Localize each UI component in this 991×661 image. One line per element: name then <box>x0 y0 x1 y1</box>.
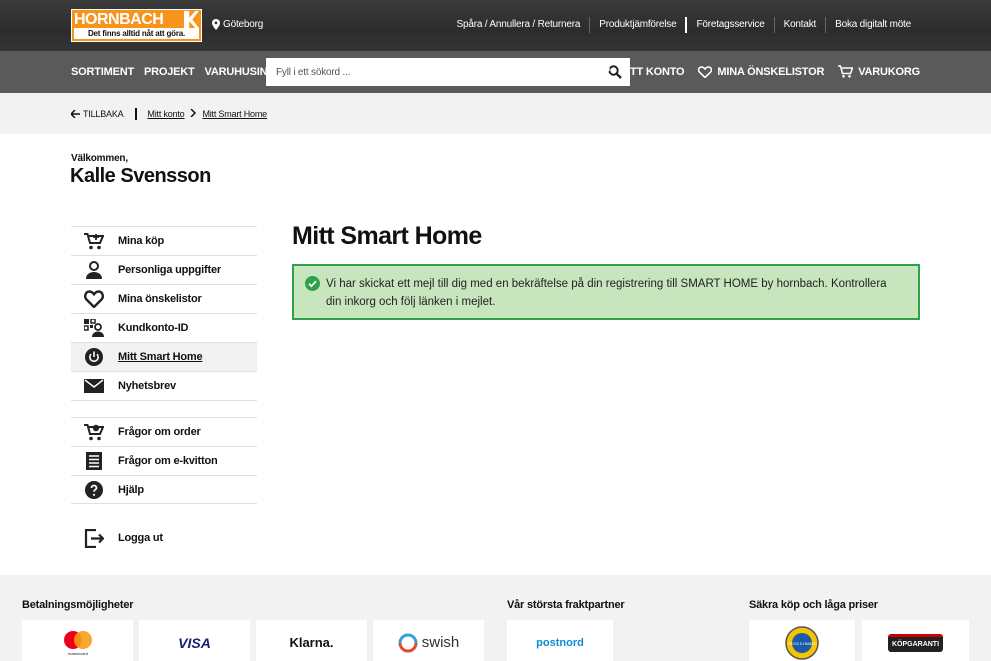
visa-logo: VISA <box>139 620 250 661</box>
cart-icon <box>838 65 854 78</box>
sidebar-item-label: Kundkonto-ID <box>118 322 189 334</box>
receipt-icon <box>86 452 102 470</box>
location-pin-icon <box>212 19 220 30</box>
heart-icon <box>698 65 713 78</box>
back-label: TILLBAKA <box>83 109 124 119</box>
link-product-compare[interactable]: Produktjämförelse <box>589 17 685 33</box>
my-account-label: MITT KONTO <box>618 65 685 78</box>
search-box <box>266 58 630 86</box>
success-alert: Vi har skickat ett mejl till dig med en … <box>292 264 920 320</box>
back-link[interactable]: TILLBAKA <box>71 108 138 120</box>
nav-right: MITT KONTO MINA ÖNSKELISTOR VARUKORG <box>599 65 920 78</box>
postnord-logo: postnord <box>507 620 613 661</box>
page-title: Mitt Smart Home <box>292 222 482 250</box>
check-circle-icon <box>305 276 320 291</box>
link-track-return[interactable]: Spåra / Annullera / Returnera <box>448 17 590 33</box>
logo-text: HORNBACH <box>74 11 164 28</box>
mastercard-logo: mastercard <box>22 620 133 661</box>
nav-links: SORTIMENT PROJEKT VARUHUSINFO <box>71 66 282 78</box>
swish-icon <box>398 633 418 652</box>
sidebar-item-label: Mitt Smart Home <box>118 351 203 363</box>
logo-x-icon <box>184 11 199 28</box>
postnord-label: postnord <box>536 636 584 649</box>
account-sidebar: Mina köp Personliga uppgifter Mina önske… <box>71 226 257 504</box>
alert-message: Vi har skickat ett mejl till dig med en … <box>326 278 887 308</box>
sidebar-item-smart-home[interactable]: Mitt Smart Home <box>71 342 257 371</box>
chevron-right-icon <box>190 108 197 119</box>
kopgaranti-badge: KÖPGARANTI <box>862 620 969 661</box>
qr-person-icon <box>84 319 104 337</box>
trygg-ehandel-label: TRYGG E-HANDEL <box>788 642 817 646</box>
store-location[interactable]: Göteborg <box>212 19 263 30</box>
sidebar-item-purchases[interactable]: Mina köp <box>71 226 257 255</box>
mastercard-label: mastercard <box>67 651 87 656</box>
klarna-label: Klarna. <box>289 635 334 650</box>
arrow-left-icon <box>71 110 80 118</box>
sidebar-item-customer-id[interactable]: Kundkonto-ID <box>71 313 257 342</box>
sidebar-item-order-questions[interactable]: Frågor om order <box>71 417 257 446</box>
heart-icon <box>84 290 104 308</box>
swish-logo: swish <box>373 620 484 661</box>
person-icon <box>86 261 102 279</box>
search-input[interactable] <box>266 58 586 86</box>
sidebar-item-label: Nyhetsbrev <box>118 380 176 392</box>
sidebar-item-label: Mina önskelistor <box>118 293 202 305</box>
user-name: Kalle Svensson <box>70 165 211 187</box>
breadcrumb-band: TILLBAKA Mitt konto Mitt Smart Home <box>0 93 991 134</box>
sidebar-item-label: Frågor om order <box>118 426 201 438</box>
hornbach-logo[interactable]: HORNBACH Det finns alltid nåt att göra. <box>71 9 202 42</box>
breadcrumb: TILLBAKA Mitt konto Mitt Smart Home <box>71 108 267 120</box>
sidebar-item-label: Mina köp <box>118 235 165 247</box>
cart-question-icon <box>84 424 104 441</box>
power-icon <box>85 348 103 366</box>
location-label: Göteborg <box>223 19 264 30</box>
logout-icon <box>84 529 104 548</box>
sidebar-item-label: Frågor om e-kvitton <box>118 455 218 467</box>
klarna-logo: Klarna. <box>256 620 367 661</box>
sidebar-divider <box>71 400 257 417</box>
breadcrumb-my-account[interactable]: Mitt konto <box>147 109 184 119</box>
sidebar-item-newsletter[interactable]: Nyhetsbrev <box>71 371 257 400</box>
link-business-service[interactable]: Företagsservice <box>685 17 773 33</box>
shipping-heading: Vår största fraktpartner <box>507 599 625 611</box>
mastercard-icon: mastercard <box>63 630 92 656</box>
sidebar-item-help[interactable]: Hjälp <box>71 475 257 504</box>
sidebar-item-label: Personliga uppgifter <box>118 264 221 276</box>
my-account-link[interactable]: MITT KONTO <box>599 65 685 78</box>
wishlists-label: MINA ÖNSKELISTOR <box>717 65 825 78</box>
main-nav: SORTIMENT PROJEKT VARUHUSINFO MITT KONTO… <box>0 51 991 93</box>
visa-label: VISA <box>178 634 211 651</box>
secure-heading: Säkra köp och låga priser <box>749 599 878 611</box>
cart-icon <box>84 233 104 250</box>
logo-slogan: Det finns alltid nåt att göra. <box>74 28 199 39</box>
top-links: Spåra / Annullera / Returnera Produktjäm… <box>448 17 920 33</box>
account-icon <box>600 65 613 78</box>
payment-heading: Betalningsmöjligheter <box>22 599 134 611</box>
welcome-greeting: Välkommen, <box>71 153 128 164</box>
kopgaranti-label: KÖPGARANTI <box>887 633 944 652</box>
nav-sortiment[interactable]: SORTIMENT <box>71 66 134 78</box>
logout-label: Logga ut <box>118 532 163 544</box>
cart-label: VARUKORG <box>858 65 920 78</box>
logout-link[interactable]: Logga ut <box>71 525 257 553</box>
top-bar: HORNBACH Det finns alltid nåt att göra. … <box>0 0 991 51</box>
sidebar-item-receipt-questions[interactable]: Frågor om e-kvitton <box>71 446 257 475</box>
cart-link[interactable]: VARUKORG <box>838 65 920 78</box>
footer: Betalningsmöjligheter mastercard VISA Kl… <box>0 575 991 661</box>
breadcrumb-smart-home[interactable]: Mitt Smart Home <box>202 109 267 119</box>
help-icon <box>85 481 103 499</box>
link-contact[interactable]: Kontakt <box>773 17 826 33</box>
sidebar-item-wishlists[interactable]: Mina önskelistor <box>71 284 257 313</box>
swish-label: swish <box>421 634 460 651</box>
trygg-ehandel-badge: TRYGG E-HANDEL <box>749 620 855 661</box>
nav-projekt[interactable]: PROJEKT <box>144 66 195 78</box>
sidebar-item-personal-info[interactable]: Personliga uppgifter <box>71 255 257 284</box>
wishlists-link[interactable]: MINA ÖNSKELISTOR <box>698 65 824 78</box>
sidebar-item-label: Hjälp <box>118 483 144 496</box>
mail-icon <box>84 379 104 393</box>
link-book-meeting[interactable]: Boka digitalt möte <box>825 17 920 33</box>
trygg-ehandel-icon: TRYGG E-HANDEL <box>785 625 819 660</box>
